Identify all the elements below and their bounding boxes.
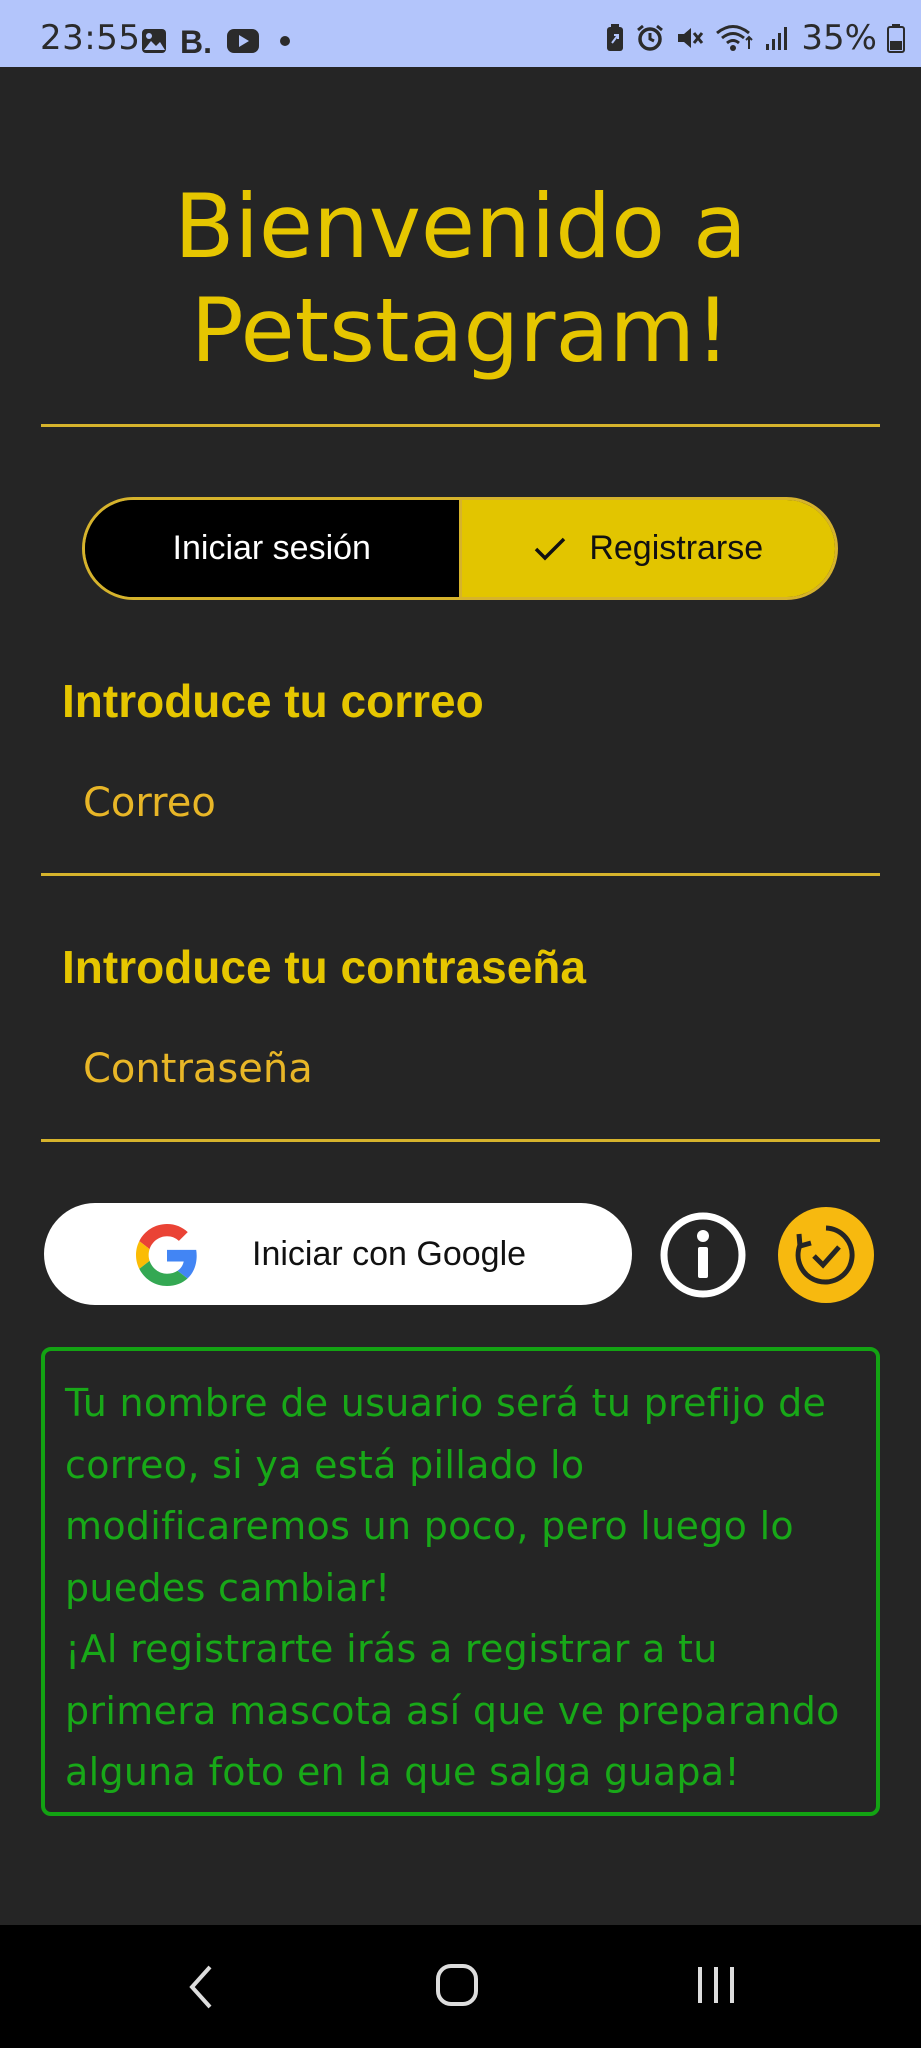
password-underline <box>41 1139 880 1142</box>
auth-mode-toggle: Iniciar sesión Registrarse <box>82 497 838 600</box>
alarm-icon <box>637 24 664 51</box>
back-icon[interactable] <box>186 1963 216 2011</box>
status-time: 23:55 <box>40 18 141 58</box>
svg-text:B.: B. <box>180 26 212 56</box>
tab-login[interactable]: Iniciar sesión <box>85 500 462 597</box>
info-message-2: ¡Al registrarte irás a registrar a tu pr… <box>65 1627 840 1794</box>
recent-apps-icon[interactable] <box>696 1963 736 2007</box>
email-label: Introduce tu correo <box>62 675 484 727</box>
confirm-register-button[interactable] <box>778 1207 874 1303</box>
navigation-bar <box>0 1925 921 2048</box>
youtube-icon <box>227 29 259 53</box>
email-underline <box>41 873 880 876</box>
password-label: Introduce tu contraseña <box>62 941 586 993</box>
dot-icon <box>280 36 290 46</box>
tab-register-label: Registrarse <box>589 529 764 567</box>
password-field[interactable] <box>41 1028 880 1110</box>
status-notification-icons: B. <box>140 26 292 56</box>
login-screen: 23:55 B. 35% Bienvenido a Petstagram! In… <box>0 0 921 2048</box>
google-signin-label: Iniciar con Google <box>252 1235 527 1273</box>
status-bar: 23:55 B. 35% <box>0 0 921 67</box>
checkmark-icon <box>535 537 566 560</box>
tab-register[interactable]: Registrarse <box>461 500 835 597</box>
google-logo-icon <box>136 1224 197 1286</box>
page-title: Bienvenido a Petstagram! <box>0 175 921 383</box>
title-line-2: Petstagram! <box>190 279 731 382</box>
mute-icon <box>678 28 704 48</box>
google-signin-button[interactable]: Iniciar con Google <box>44 1203 632 1305</box>
gallery-icon <box>142 29 166 53</box>
title-line-1: Bienvenido a <box>174 175 747 278</box>
battery-icon <box>887 24 905 53</box>
battery-percent: 35% <box>801 18 877 58</box>
confirm-check-icon <box>795 1225 855 1285</box>
info-message-1: Tu nombre de usuario será tu prefijo de … <box>65 1381 827 1610</box>
battery-saver-icon <box>607 24 624 51</box>
signal-icon <box>766 27 788 50</box>
tab-login-label: Iniciar sesión <box>172 529 371 567</box>
registration-info-box: Tu nombre de usuario será tu prefijo de … <box>41 1347 880 1816</box>
title-divider <box>41 424 880 427</box>
status-system-icons: 35% <box>605 18 905 58</box>
wifi-icon <box>716 25 754 51</box>
home-icon[interactable] <box>435 1963 479 2007</box>
booking-icon: B. <box>180 26 212 56</box>
info-icon[interactable] <box>660 1212 746 1298</box>
email-field[interactable] <box>41 762 880 844</box>
